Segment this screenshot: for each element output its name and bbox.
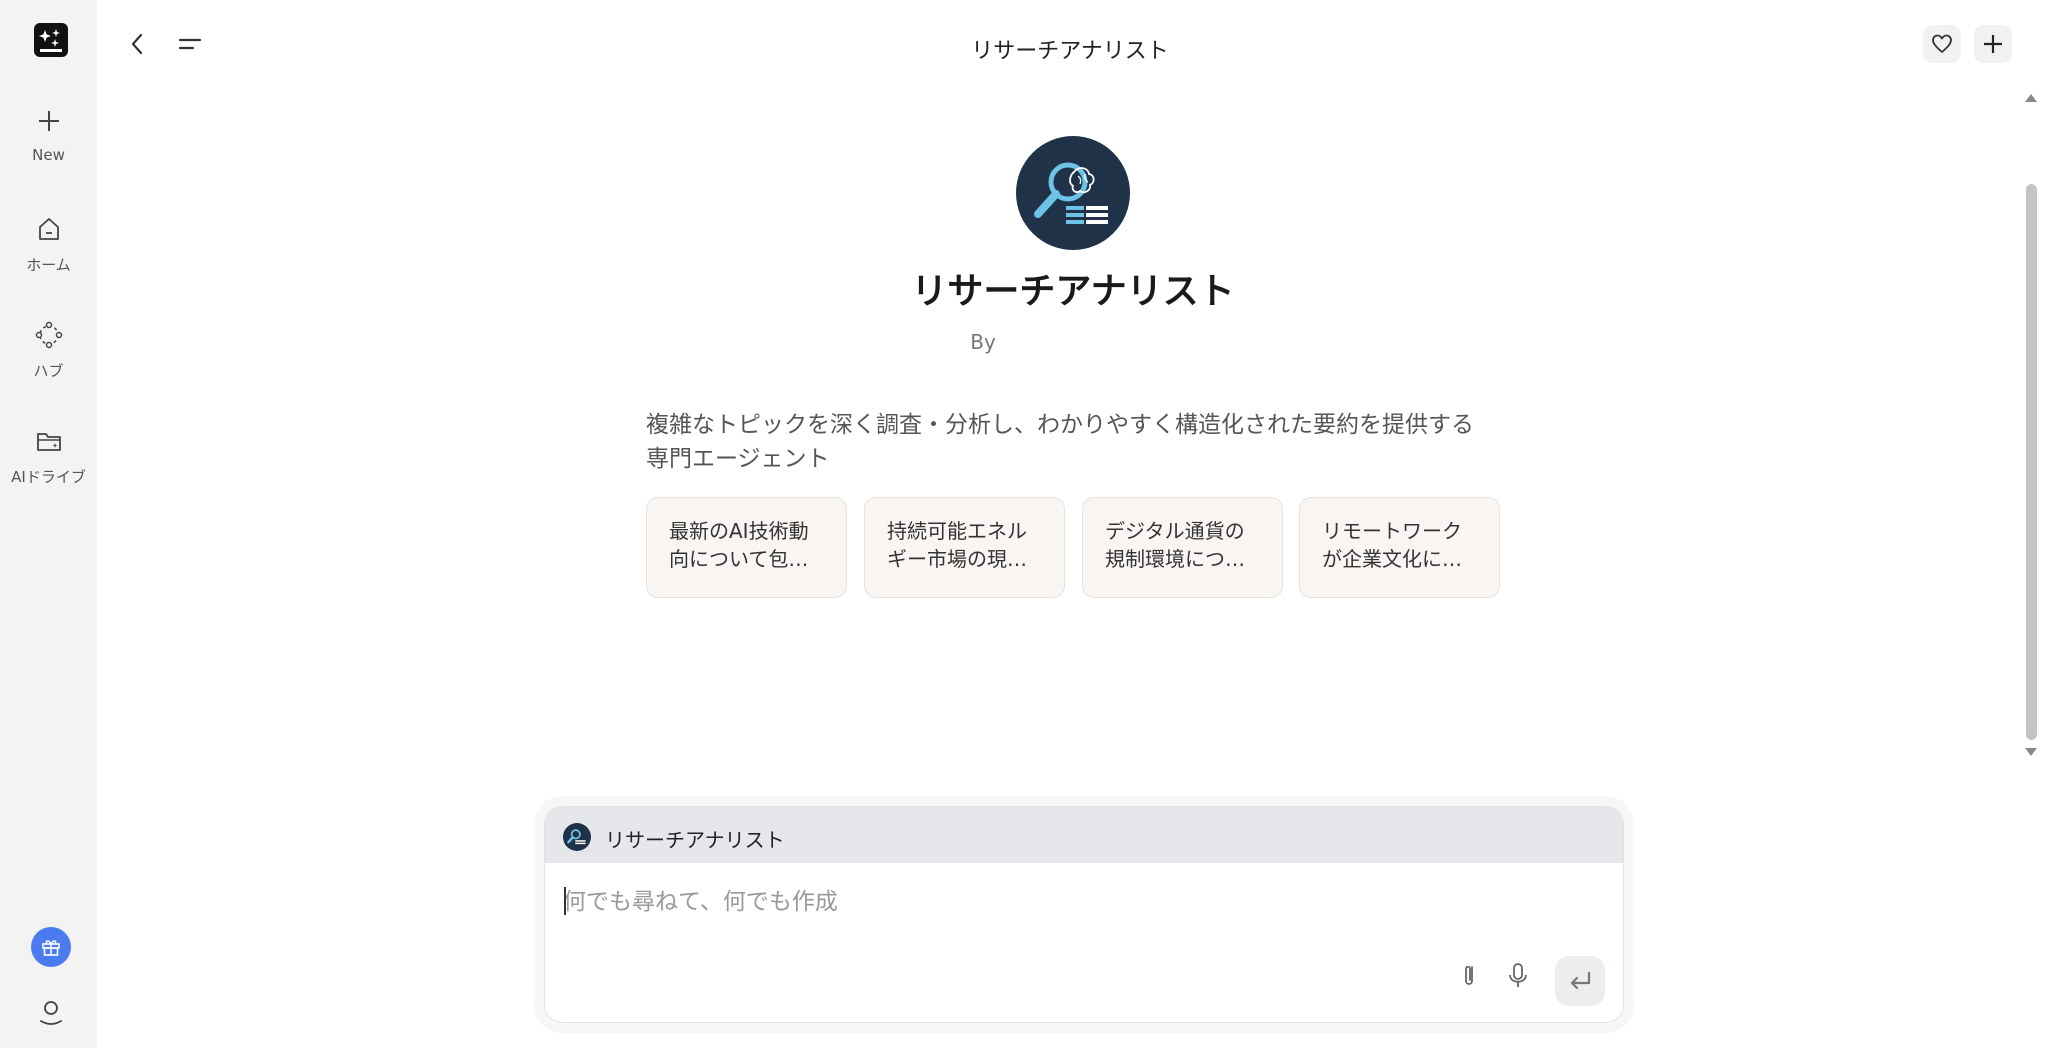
- attach-button[interactable]: [1451, 957, 1487, 993]
- agent-author: By: [970, 330, 996, 354]
- scroll-up-arrow-icon[interactable]: [2024, 92, 2038, 104]
- scroll-down-arrow-icon[interactable]: [2024, 746, 2038, 758]
- page-title: リサーチアナリスト: [971, 39, 1169, 64]
- home-icon: [38, 218, 59, 240]
- agent-description: 複雑なトピックを深く調査・分析し、わかりやすく構造化された要約を提供する専門エー…: [646, 412, 1474, 472]
- new-chat-button[interactable]: [1974, 25, 2012, 63]
- sidebar-item-label: New: [32, 146, 65, 164]
- favorite-button[interactable]: [1923, 25, 1961, 63]
- sidebar-item-new[interactable]: New: [0, 106, 97, 164]
- text-caret: [564, 887, 566, 915]
- sidebar-item-label: AIドライブ: [11, 468, 86, 486]
- suggestion-card[interactable]: 最新のAI技術動向について包…: [646, 497, 847, 598]
- enter-icon: [1570, 972, 1591, 990]
- message-input[interactable]: [563, 885, 1603, 919]
- suggestion-card[interactable]: リモートワークが企業文化に…: [1299, 497, 1500, 598]
- heart-icon: [1932, 34, 1952, 53]
- magnifier-brain-icon: [1034, 162, 1108, 224]
- composer-agent-header: リサーチアナリスト: [545, 807, 1623, 863]
- gift-button[interactable]: [31, 927, 71, 967]
- sidebar-item-label: ハブ: [33, 362, 64, 380]
- folder-icon: [36, 433, 61, 451]
- left-rail: New ホーム ハブ AIドライブ: [0, 0, 97, 1048]
- suggestion-card[interactable]: 持続可能エネルギー市場の現…: [864, 497, 1065, 598]
- composer-agent-name: リサーチアナリスト: [605, 828, 785, 852]
- profile-icon[interactable]: [35, 996, 67, 1028]
- plus-icon: [1984, 35, 2002, 53]
- plus-icon: [38, 111, 59, 131]
- suggestion-card[interactable]: デジタル通貨の規制環境につ…: [1082, 497, 1283, 598]
- composer: リサーチアナリスト: [544, 806, 1624, 1023]
- agent-avatar: [1016, 136, 1130, 250]
- magnifier-brain-icon: [567, 829, 586, 845]
- agent-mini-avatar: [563, 823, 591, 851]
- sidebar-item-ai-drive[interactable]: AIドライブ: [0, 426, 97, 487]
- gift-icon: [42, 940, 60, 956]
- send-button[interactable]: [1555, 956, 1605, 1006]
- microphone-button[interactable]: [1500, 957, 1536, 993]
- agent-name: リサーチアナリスト: [911, 271, 1235, 312]
